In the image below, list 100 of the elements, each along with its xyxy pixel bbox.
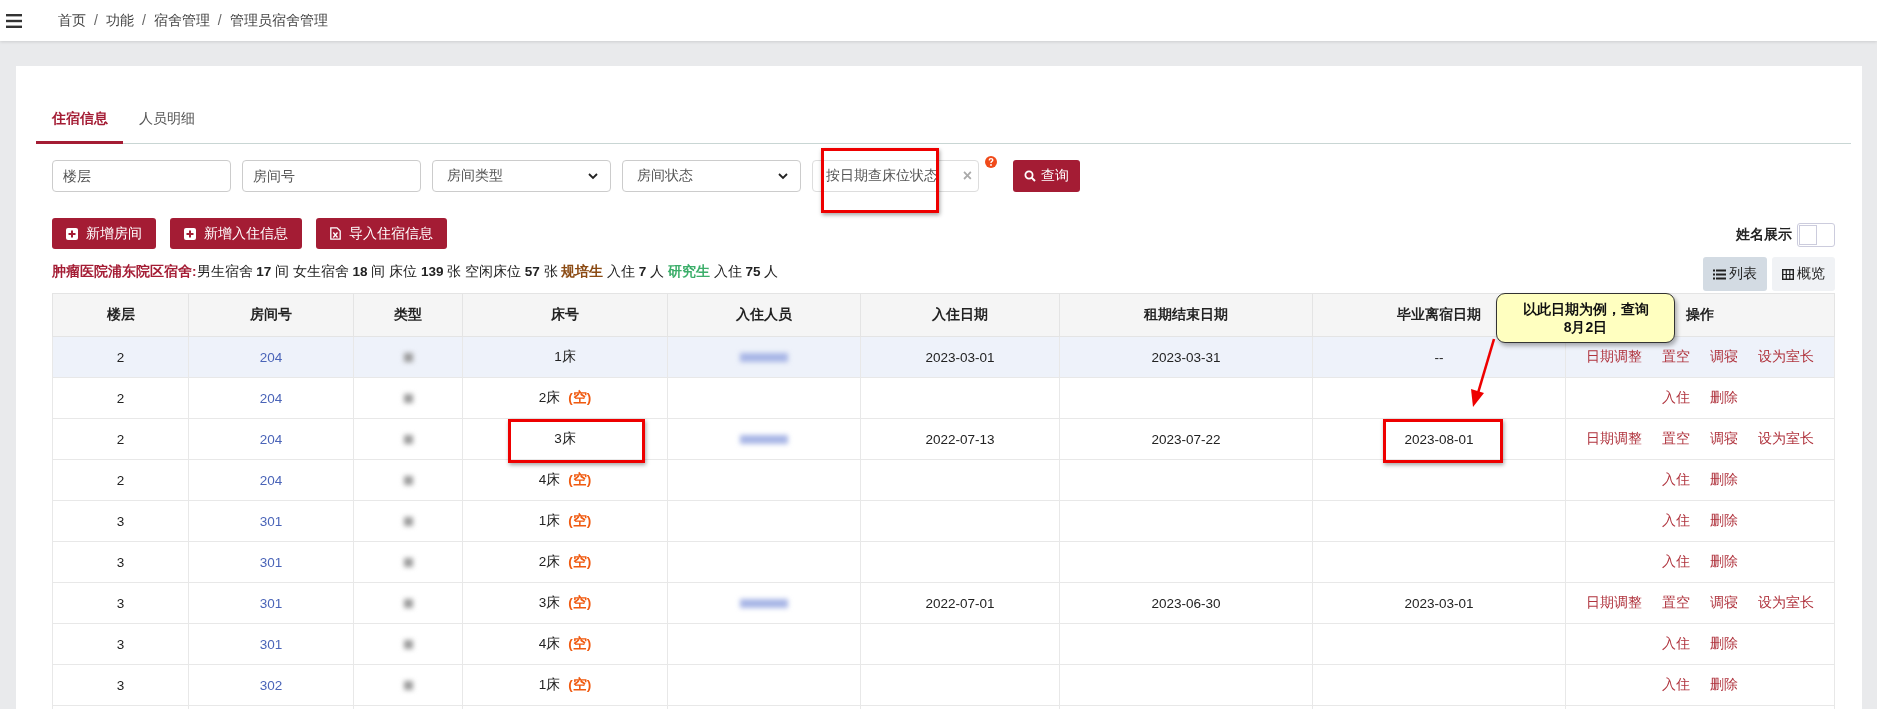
- action-button[interactable]: 导入住宿信息: [316, 218, 447, 249]
- room-link[interactable]: 301: [259, 636, 283, 652]
- vacant-label: (空): [568, 677, 592, 692]
- view-button[interactable]: 概览: [1772, 257, 1835, 291]
- action-link[interactable]: 调寝: [1710, 430, 1738, 448]
- breadcrumb-item[interactable]: 功能: [105, 11, 134, 30]
- bed-label: 4床: [538, 472, 561, 487]
- breadcrumb-item[interactable]: 管理员宿舍管理: [229, 11, 328, 30]
- action-link[interactable]: 入住: [1662, 471, 1690, 489]
- vacant-label: (空): [568, 472, 592, 487]
- breadcrumb-item[interactable]: 首页: [58, 11, 86, 30]
- table-cell: 3: [52, 500, 189, 542]
- toggle-switch[interactable]: [1797, 223, 1835, 247]
- action-link[interactable]: 置空: [1662, 594, 1690, 612]
- action-link[interactable]: 删除: [1710, 553, 1738, 571]
- column-header: 入住人员: [667, 293, 861, 337]
- vacant-label: (空): [568, 595, 592, 610]
- table-cell: 3: [52, 664, 189, 706]
- grid-icon: [1782, 268, 1794, 280]
- action-link[interactable]: 删除: [1710, 471, 1738, 489]
- action-link[interactable]: 设为室长: [1758, 348, 1814, 366]
- room-link[interactable]: 204: [259, 349, 283, 365]
- action-link[interactable]: 删除: [1710, 676, 1738, 694]
- room-link[interactable]: 301: [259, 595, 283, 611]
- callout-text: 8月2日: [1563, 318, 1608, 336]
- table-cell: 2022-07-13: [860, 418, 1060, 460]
- table-cell: 2023-03-31: [1059, 336, 1313, 378]
- action-link[interactable]: 置空: [1662, 430, 1690, 448]
- action-link[interactable]: 入住: [1662, 553, 1690, 571]
- dormitory-summary: 肿瘤医院浦东院区宿舍:男生宿舍 17 间 女生宿舍 18 间 床位 139 张 空闲床位 57 张 规培生 入住 7 人 研究生 入住 75 人: [52, 263, 779, 281]
- table-cell: 3: [52, 582, 189, 624]
- action-link[interactable]: 删除: [1710, 635, 1738, 653]
- chevron-down-icon: [588, 172, 598, 180]
- column-header: 房间号: [188, 293, 354, 337]
- room-link[interactable]: 204: [259, 472, 283, 488]
- help-icon[interactable]: [985, 156, 997, 168]
- action-link[interactable]: 入住: [1662, 635, 1690, 653]
- table-cell: 2: [52, 459, 189, 501]
- action-link[interactable]: 删除: [1710, 512, 1738, 530]
- plus-icon: [66, 227, 78, 240]
- action-link[interactable]: 置空: [1662, 348, 1690, 366]
- bed-label: 4床: [538, 636, 561, 651]
- input-field[interactable]: 楼层: [52, 160, 231, 192]
- breadcrumb-separator: /: [94, 11, 98, 30]
- room-link[interactable]: 302: [259, 677, 283, 693]
- table-cell: 2: [52, 418, 189, 460]
- bed-label: 1床: [538, 513, 561, 528]
- room-link[interactable]: 204: [259, 431, 283, 447]
- input-field[interactable]: 房间号: [242, 160, 421, 192]
- menu-icon[interactable]: [6, 13, 22, 28]
- select-field[interactable]: 房间状态: [622, 160, 801, 192]
- select-field[interactable]: 房间类型: [432, 160, 611, 192]
- column-header: 租期结束日期: [1059, 293, 1313, 337]
- file-icon: [330, 227, 341, 240]
- bed-label: 3床: [538, 595, 561, 610]
- bed-label: 1床: [554, 349, 576, 364]
- table-cell: --: [1312, 336, 1566, 378]
- table-cell: 2022-07-01: [860, 582, 1060, 624]
- table-cell: 2: [52, 377, 189, 419]
- bed-label: 2床: [538, 554, 561, 569]
- action-link[interactable]: 入住: [1662, 512, 1690, 530]
- action-link[interactable]: 日期调整: [1586, 430, 1642, 448]
- room-link[interactable]: 204: [259, 390, 283, 406]
- bed-label: 2床: [538, 390, 561, 405]
- action-link[interactable]: 设为室长: [1758, 430, 1814, 448]
- arrow: [1471, 338, 1496, 407]
- action-link[interactable]: 设为室长: [1758, 594, 1814, 612]
- bed-label: 3床: [554, 431, 576, 446]
- bed-label: 1床: [538, 677, 561, 692]
- vacant-label: (空): [568, 390, 592, 405]
- action-button[interactable]: 新增房间: [52, 218, 156, 249]
- action-link[interactable]: 调寝: [1710, 594, 1738, 612]
- tab[interactable]: 住宿信息: [36, 100, 123, 144]
- table-cell: 2023-03-01: [860, 336, 1060, 378]
- action-link[interactable]: 调寝: [1710, 348, 1738, 366]
- room-link[interactable]: 301: [259, 513, 283, 529]
- action-link[interactable]: 入住: [1662, 676, 1690, 694]
- action-link[interactable]: 日期调整: [1586, 348, 1642, 366]
- view-button[interactable]: 列表: [1703, 257, 1767, 291]
- table-cell: 3: [52, 541, 189, 583]
- column-header: 楼层: [52, 293, 189, 337]
- breadcrumb-separator: /: [217, 11, 222, 30]
- table-cell: 2: [52, 336, 189, 378]
- tab[interactable]: 人员明细: [123, 100, 210, 144]
- action-button[interactable]: 新增入住信息: [170, 218, 302, 249]
- vacant-label: (空): [568, 636, 592, 651]
- table-cell: 2023-06-30: [1059, 582, 1313, 624]
- table-cell: 2023-07-22: [1059, 418, 1313, 460]
- search-button[interactable]: 查询: [1013, 160, 1080, 192]
- action-link[interactable]: 删除: [1710, 389, 1738, 407]
- list-icon: [1713, 268, 1726, 280]
- action-link[interactable]: 入住: [1662, 389, 1690, 407]
- action-link[interactable]: 日期调整: [1586, 594, 1642, 612]
- breadcrumb-separator: /: [141, 11, 146, 30]
- room-link[interactable]: 301: [259, 554, 283, 570]
- toggle-label: 姓名展示: [1736, 226, 1792, 244]
- table-cell: 2023-03-01: [1312, 582, 1566, 624]
- plus-icon: [184, 227, 196, 240]
- column-header: 床号: [462, 293, 668, 337]
- breadcrumb-item[interactable]: 宿舍管理: [153, 11, 210, 30]
